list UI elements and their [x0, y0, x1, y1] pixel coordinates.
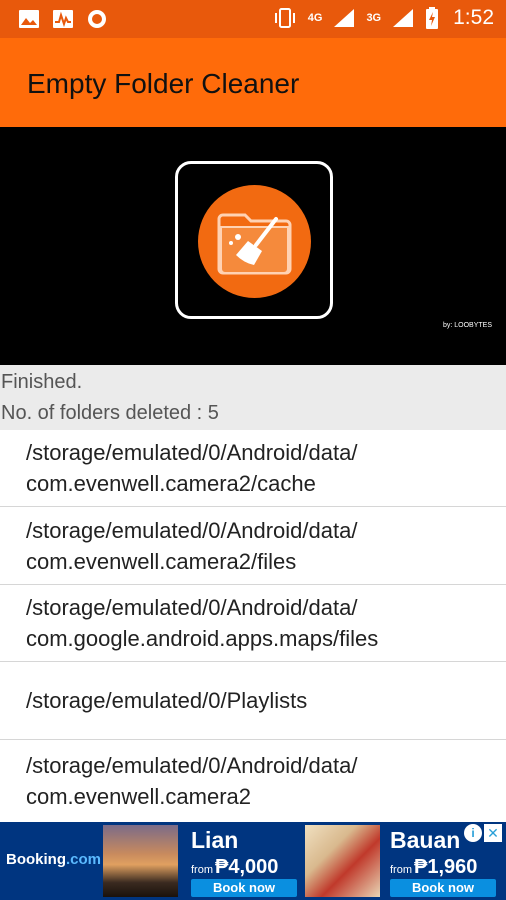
- ad-price-2: from ₱1,960: [390, 856, 478, 878]
- folder-path: /storage/emulated/0/Android/data/ com.ev…: [26, 440, 358, 496]
- folder-broom-icon: [217, 213, 292, 275]
- ad-photo-lian[interactable]: [103, 825, 178, 897]
- folder-path: /storage/emulated/0/Android/data/ com.go…: [26, 595, 379, 651]
- signal-icon-2: [393, 9, 414, 27]
- ad-choices[interactable]: i ✕: [464, 824, 502, 842]
- ad-close-icon[interactable]: ✕: [484, 824, 502, 842]
- battery-charging-icon: [426, 7, 439, 29]
- notification-icons: [18, 9, 108, 29]
- system-icons: 4G 3G 1:52: [272, 6, 494, 30]
- deleted-folders-list[interactable]: /storage/emulated/0/Android/data/ com.ev…: [0, 430, 506, 822]
- logo-circle: [198, 185, 311, 298]
- list-item[interactable]: /storage/emulated/0/Android/data/ com.ev…: [0, 430, 506, 507]
- app-logo: [175, 161, 333, 319]
- folder-path: /storage/emulated/0/Playlists: [26, 688, 308, 713]
- list-item[interactable]: /storage/emulated/0/Android/data/ com.go…: [0, 585, 506, 662]
- folder-path: /storage/emulated/0/Android/data/ com.ev…: [26, 753, 358, 809]
- ad-city-1: Lian: [191, 827, 239, 853]
- app-bar: Empty Folder Cleaner: [0, 38, 506, 127]
- status-bar: 4G 3G 1:52: [0, 0, 506, 38]
- image-icon: [19, 10, 39, 28]
- status-finished: Finished.: [1, 371, 83, 393]
- ad-city-2: Bauan: [390, 827, 461, 853]
- developer-credit: by: LOOBYTES: [442, 322, 492, 329]
- folder-path: /storage/emulated/0/Android/data/ com.ev…: [26, 517, 358, 574]
- clock: 1:52: [453, 6, 494, 29]
- book-now-button-1[interactable]: Book now: [191, 879, 297, 897]
- activity-icon: [53, 10, 73, 28]
- ad-info-icon[interactable]: i: [464, 824, 482, 842]
- book-now-button-2[interactable]: Book now: [390, 879, 496, 897]
- ad-price-1: from ₱4,000: [191, 856, 279, 878]
- vibrate-icon: [274, 8, 295, 28]
- ad-banner[interactable]: Booking.com Lian from ₱4,000 Book now Bau…: [0, 822, 506, 900]
- network-label-3g: 3G: [366, 12, 382, 24]
- record-icon: [88, 10, 106, 28]
- status-panel: Finished. No. of folders deleted : 5: [0, 365, 506, 430]
- app-title: Empty Folder Cleaner: [27, 68, 300, 99]
- folders-deleted-count: No. of folders deleted : 5: [1, 402, 219, 424]
- app-banner: by: LOOBYTES: [0, 127, 506, 365]
- booking-logo[interactable]: Booking.com: [6, 851, 101, 868]
- list-item[interactable]: /storage/emulated/0/Android/data/ com.ev…: [0, 507, 506, 585]
- signal-icon: [334, 9, 355, 27]
- ad-photo-bauan[interactable]: [305, 825, 380, 897]
- list-item[interactable]: /storage/emulated/0/Playlists: [0, 662, 506, 740]
- list-item[interactable]: /storage/emulated/0/Android/data/ com.ev…: [0, 740, 506, 822]
- network-label-4g: 4G: [307, 12, 323, 24]
